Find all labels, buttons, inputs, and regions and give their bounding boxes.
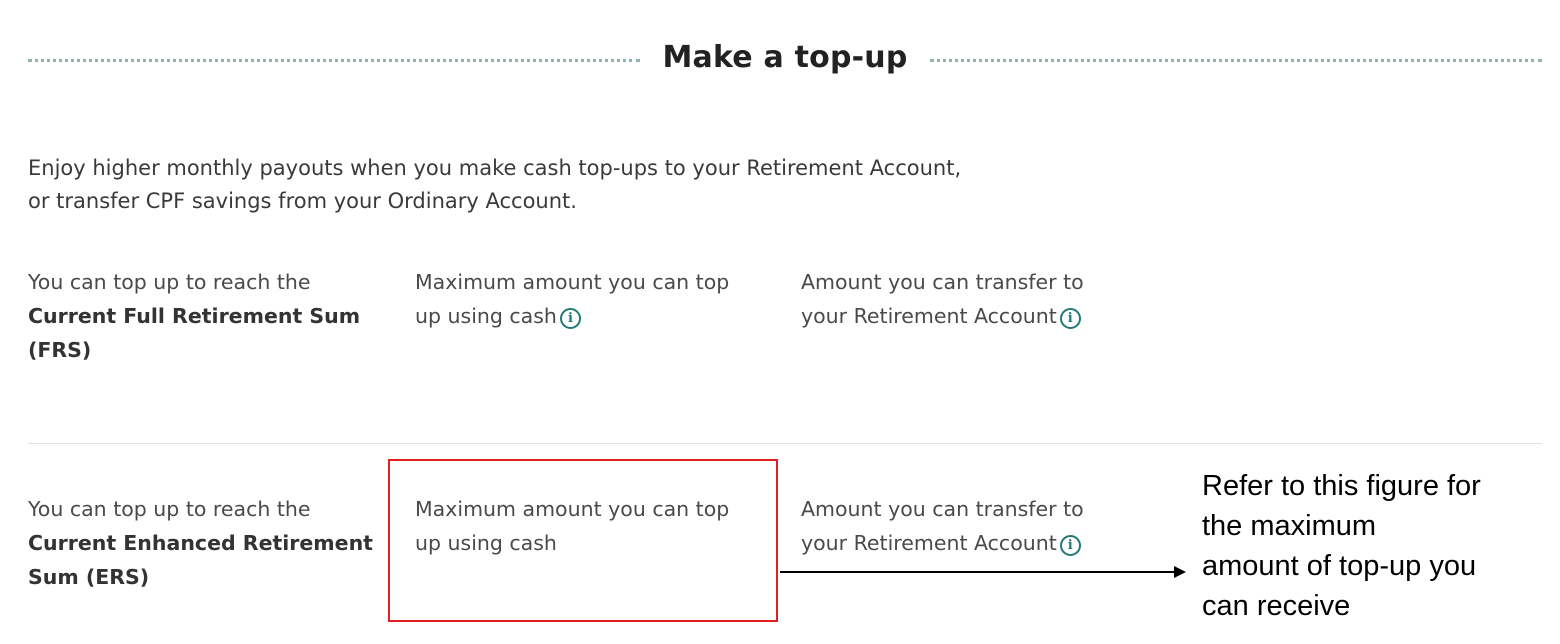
page-title: Make a top-up: [662, 40, 908, 75]
ers-transfer-label: Amount you can transfer to your Retireme…: [801, 497, 1084, 556]
arrow-line: [780, 571, 1176, 573]
intro-text: Enjoy higher monthly payouts when you ma…: [28, 152, 1028, 218]
frs-transfer-label: Amount you can transfer to your Retireme…: [801, 270, 1084, 329]
info-icon[interactable]: i: [1059, 535, 1081, 556]
info-icon[interactable]: i: [559, 308, 581, 329]
header-divider-left: [28, 59, 640, 62]
ers-target-label: You can top up to reach the Current Enha…: [28, 497, 373, 589]
frs-max-cash-label: Maximum amount you can top up using cash…: [415, 270, 730, 329]
header-divider-right: [930, 59, 1542, 62]
annotation-text: Refer to this figure for the maximum amo…: [1202, 470, 1481, 622]
intro-line-2: or transfer CPF savings from your Ordina…: [28, 189, 577, 213]
row-divider: [28, 443, 1542, 444]
highlight-box: [388, 459, 778, 622]
arrow-head-icon: [1174, 566, 1186, 578]
intro-line-1: Enjoy higher monthly payouts when you ma…: [28, 156, 962, 180]
frs-target-label: You can top up to reach the Current Full…: [28, 270, 361, 362]
info-icon[interactable]: i: [1059, 308, 1081, 329]
